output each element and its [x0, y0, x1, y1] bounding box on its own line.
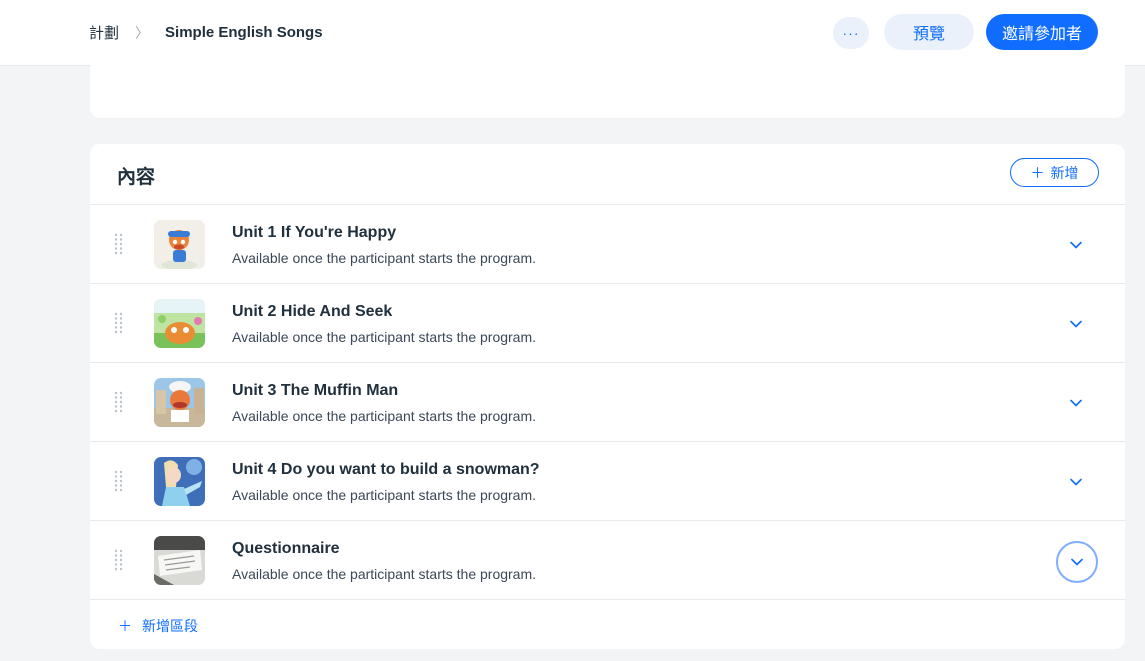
- drag-handle-icon[interactable]: [114, 391, 123, 413]
- preview-button[interactable]: 預覽: [884, 14, 974, 50]
- expand-button[interactable]: [1056, 541, 1098, 583]
- top-bar: 計劃 〉 Simple English Songs ··· 預覽 邀請參加者: [0, 0, 1145, 66]
- list-item[interactable]: Unit 3 The Muffin Man Available once the…: [90, 363, 1125, 442]
- breadcrumb-parent[interactable]: 計劃: [89, 22, 119, 43]
- item-subtitle: Available once the participant starts th…: [232, 487, 537, 503]
- list-item[interactable]: Unit 2 Hide And Seek Available once the …: [90, 284, 1125, 363]
- item-title: Unit 4 Do you want to build a snowman?: [232, 461, 540, 478]
- expand-button[interactable]: [1059, 386, 1093, 420]
- breadcrumb-current: Simple English Songs: [165, 24, 323, 41]
- more-actions-button[interactable]: ···: [833, 17, 869, 49]
- program-details-card: [90, 60, 1125, 118]
- chevron-down-icon: [1070, 320, 1082, 328]
- content-card-header: 內容 ＋ 新增: [90, 144, 1125, 205]
- expand-button[interactable]: [1059, 228, 1093, 262]
- chevron-down-icon: [1070, 241, 1082, 249]
- plus-icon: ＋: [118, 619, 132, 635]
- item-subtitle: Available once the participant starts th…: [232, 250, 537, 266]
- list-item[interactable]: Unit 1 If You're Happy Available once th…: [90, 205, 1125, 284]
- chevron-down-icon: [1070, 399, 1082, 407]
- add-section-button[interactable]: ＋ 新增區段: [118, 616, 198, 636]
- drag-handle-icon[interactable]: [114, 233, 123, 255]
- breadcrumb: 計劃 〉 Simple English Songs: [89, 22, 323, 43]
- item-title: Unit 1 If You're Happy: [232, 224, 397, 241]
- breadcrumb-separator: 〉: [135, 24, 150, 41]
- drag-handle-icon[interactable]: [114, 312, 123, 334]
- item-title: Unit 2 Hide And Seek: [232, 303, 393, 320]
- expand-button[interactable]: [1059, 307, 1093, 341]
- plus-icon: ＋: [1030, 165, 1045, 182]
- drag-handle-icon[interactable]: [114, 549, 123, 571]
- add-section-label: 新增區段: [142, 619, 198, 635]
- section-title: 內容: [117, 166, 156, 188]
- thumbnail-image: [154, 378, 205, 427]
- list-item[interactable]: Unit 4 Do you want to build a snowman? A…: [90, 442, 1125, 521]
- list-item[interactable]: Questionnaire Available once the partici…: [90, 521, 1125, 600]
- invite-participants-button[interactable]: 邀請參加者: [986, 14, 1098, 50]
- drag-handle-icon[interactable]: [114, 470, 123, 492]
- item-subtitle: Available once the participant starts th…: [232, 329, 537, 345]
- add-step-button[interactable]: ＋ 新增: [1010, 158, 1099, 187]
- thumbnail-image: [154, 220, 205, 269]
- chevron-down-icon: [1071, 558, 1083, 566]
- add-step-label: 新增: [1050, 165, 1079, 182]
- item-title: Questionnaire: [232, 540, 340, 557]
- thumbnail-image: [154, 536, 205, 585]
- item-subtitle: Available once the participant starts th…: [232, 566, 537, 582]
- expand-button[interactable]: [1059, 465, 1093, 499]
- chevron-down-icon: [1070, 478, 1082, 486]
- content-card: 內容 ＋ 新增 Unit 1 If You're Happy Available…: [90, 144, 1125, 649]
- item-subtitle: Available once the participant starts th…: [232, 408, 537, 424]
- item-title: Unit 3 The Muffin Man: [232, 382, 399, 399]
- thumbnail-image: [154, 299, 205, 348]
- thumbnail-image: [154, 457, 205, 506]
